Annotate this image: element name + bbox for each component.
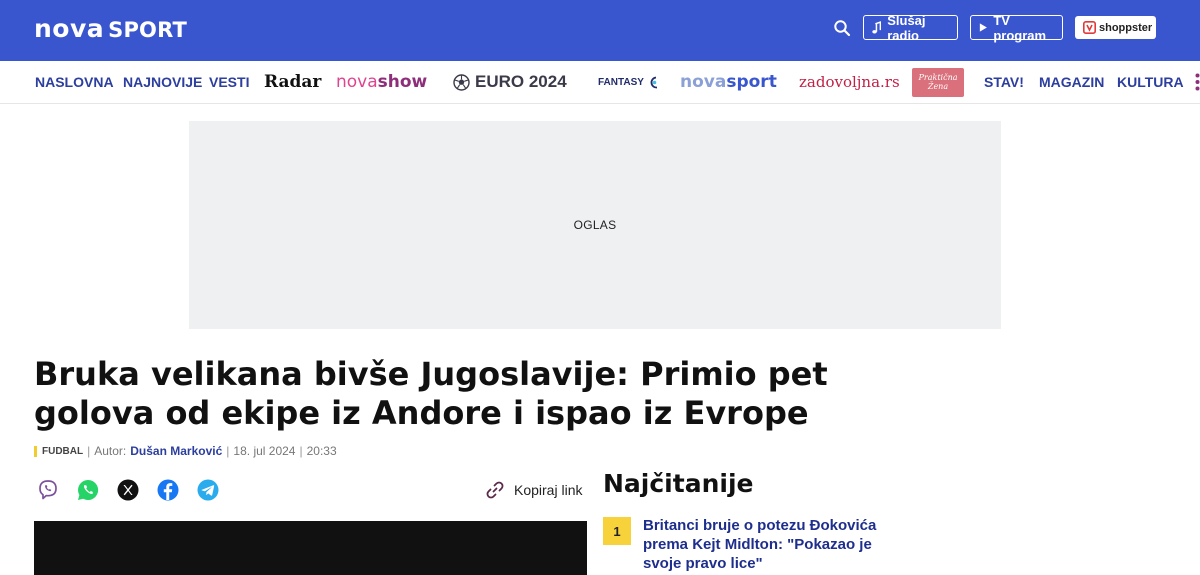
shoppster-icon xyxy=(1083,21,1096,34)
nav-vesti[interactable]: VESTI xyxy=(209,61,249,103)
nav-novasport-nova: nova xyxy=(680,72,727,92)
most-read-item-title[interactable]: Britanci bruje o potezu Đokovića prema K… xyxy=(643,516,883,573)
nav-zona-line2: Žena xyxy=(927,82,949,91)
nav-novashow[interactable]: nova show xyxy=(336,61,427,103)
nav-fantasy[interactable]: FANTASY xyxy=(598,61,660,103)
more-menu-icon[interactable] xyxy=(1195,73,1200,91)
nav-euro-label: EURO 2024 xyxy=(475,72,567,91)
ad-banner: OGLAS xyxy=(189,121,1001,329)
nav-novasport-sport: sport xyxy=(726,72,777,92)
article-author[interactable]: Dušan Marković xyxy=(130,444,222,458)
nav-novasport[interactable]: nova sport xyxy=(680,61,777,103)
nav-euro-2024[interactable]: EURO 2024 xyxy=(453,61,567,103)
viber-icon[interactable] xyxy=(37,479,59,501)
copy-link-button[interactable]: Kopiraj link xyxy=(484,479,582,501)
tv-program-label: TV program xyxy=(993,12,1047,43)
most-read-title: Najčitanije xyxy=(603,469,754,498)
nav-kultura[interactable]: KULTURA xyxy=(1117,61,1184,103)
article-meta: FUDBAL | Autor: Dušan Marković | 18. jul… xyxy=(34,442,337,460)
author-prefix: Autor: xyxy=(94,444,127,458)
nav-magazin[interactable]: MAGAZIN xyxy=(1039,61,1104,103)
logo-nova: nova xyxy=(34,14,105,43)
nav-prakticna-zena[interactable]: Praktična Žena xyxy=(912,68,964,97)
fantasy-logo-icon xyxy=(650,76,658,88)
x-twitter-icon[interactable] xyxy=(117,479,139,501)
play-icon xyxy=(979,23,987,32)
site-header: nova SPORT Slušaj radio TV program shopp… xyxy=(0,0,1200,61)
article-category[interactable]: FUDBAL xyxy=(34,445,83,457)
search-icon[interactable] xyxy=(833,19,851,37)
main-nav: NASLOVNA NAJNOVIJE VESTI Radar nova show … xyxy=(0,61,1200,104)
ad-label: OGLAS xyxy=(573,218,617,232)
meta-separator: | xyxy=(299,444,303,458)
article-date: 18. jul 2024 xyxy=(233,444,296,458)
listen-radio-label: Slušaj radio xyxy=(887,12,926,43)
link-icon xyxy=(486,481,504,499)
telegram-icon[interactable] xyxy=(197,479,219,501)
listen-radio-button[interactable]: Slušaj radio xyxy=(863,12,958,43)
article-time: 20:33 xyxy=(306,444,337,458)
tv-program-button[interactable]: TV program xyxy=(970,12,1063,43)
nav-najnovije[interactable]: NAJNOVIJE xyxy=(123,61,202,103)
most-read-rank: 1 xyxy=(603,517,631,545)
nav-zadovoljna[interactable]: zadovoljna.rs xyxy=(799,61,900,103)
nav-novashow-nova: nova xyxy=(336,72,378,92)
shoppster-button[interactable]: shoppster xyxy=(1075,16,1156,39)
music-note-icon xyxy=(872,20,882,33)
nav-novashow-show: show xyxy=(377,72,428,92)
meta-separator: | xyxy=(226,444,230,458)
nav-stav[interactable]: STAV! xyxy=(984,61,1024,103)
nav-radar[interactable]: Radar xyxy=(264,61,321,103)
meta-separator: | xyxy=(87,444,91,458)
article-video[interactable] xyxy=(34,521,587,575)
whatsapp-icon[interactable] xyxy=(77,479,99,501)
logo-sport: SPORT xyxy=(108,18,188,42)
copy-link-label: Kopiraj link xyxy=(514,482,583,498)
football-icon xyxy=(453,73,470,91)
nav-naslovna[interactable]: NASLOVNA xyxy=(35,61,114,103)
nav-zona-line1: Praktična xyxy=(918,73,958,82)
site-logo[interactable]: nova SPORT xyxy=(34,14,187,43)
facebook-icon[interactable] xyxy=(157,479,179,501)
shoppster-label: shoppster xyxy=(1099,21,1153,34)
article-headline: Bruka velikana bivše Jugoslavije: Primio… xyxy=(34,355,828,432)
nav-fantasy-label: FANTASY xyxy=(598,76,644,88)
